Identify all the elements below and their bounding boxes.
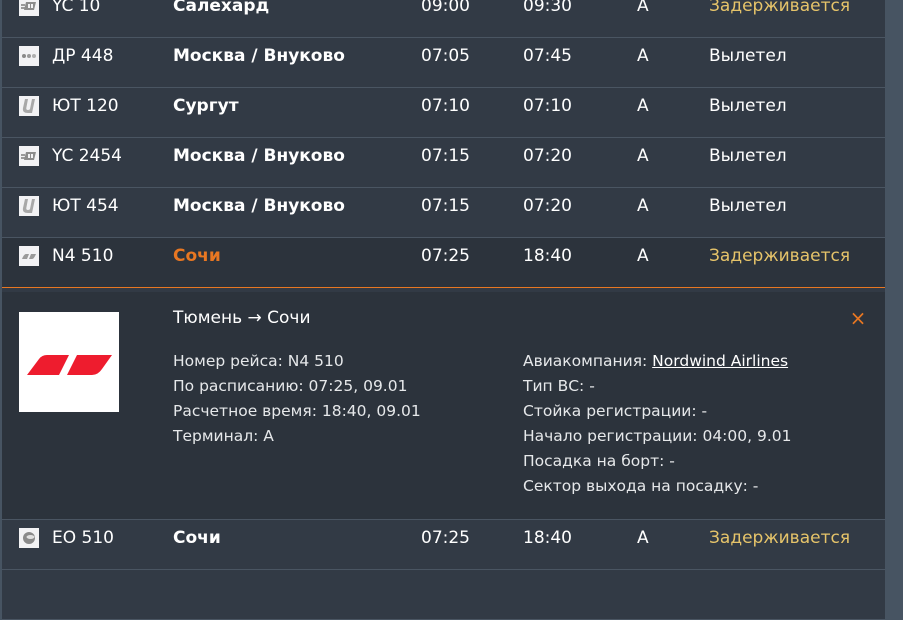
destination: Сургут [173, 96, 239, 116]
scheduled-time: 07:15 [421, 196, 470, 216]
flight-row[interactable]: ЮТ 120 Сургут 07:10 07:10 A Вылетел [2, 88, 885, 138]
flight-number: YC 10 [52, 0, 101, 16]
status-badge: Задерживается [709, 246, 851, 266]
destination: Сочи [173, 246, 221, 266]
utair-icon [19, 0, 39, 16]
status-badge: Вылетел [709, 96, 787, 116]
flight-board: YC 10 Салехард 09:00 09:30 A Задерживает… [2, 0, 885, 620]
flight-row[interactable]: ДР 448 Москва / Внуково 07:05 07:45 A Вы… [2, 38, 885, 88]
flight-number: EO 510 [52, 528, 114, 548]
scheduled-time: 09:00 [421, 0, 470, 16]
flight-number: ДР 448 [52, 46, 114, 66]
scheduled-time: 07:05 [421, 46, 470, 66]
estimated-time: 07:45 [523, 46, 572, 66]
estimated-time: 07:20 [523, 196, 572, 216]
flight-row[interactable]: YC 10 Салехард 09:00 09:30 A Задерживает… [2, 0, 885, 38]
estimated-time: 07:20 [523, 146, 572, 166]
flight-row[interactable]: YC 2454 Москва / Внуково 07:15 07:20 A В… [2, 138, 885, 188]
status-badge: Вылетел [709, 196, 787, 216]
estimated-info: Расчетное время: 18:40, 09.01 [173, 402, 421, 420]
flight-row[interactable] [2, 570, 885, 620]
nordwind-icon [19, 246, 39, 266]
eo-icon [19, 528, 39, 548]
dots-icon [19, 46, 39, 66]
flight-number: ЮТ 454 [52, 196, 119, 216]
status-badge: Задерживается [709, 0, 851, 16]
gate-info: Сектор выхода на посадку: - [523, 477, 759, 495]
status-badge: Вылетел [709, 46, 787, 66]
terminal-info: Терминал: A [173, 427, 274, 445]
flight-number: YC 2454 [52, 146, 122, 166]
scheduled-time: 07:25 [421, 528, 470, 548]
scheduled-time: 07:10 [421, 96, 470, 116]
boarding-info: Посадка на борт: - [523, 452, 675, 470]
checkin-start-info: Начало регистрации: 04:00, 9.01 [523, 427, 792, 445]
airline-label: Авиакомпания: [523, 352, 653, 370]
flight-row[interactable]: ЮТ 454 Москва / Внуково 07:15 07:20 A Вы… [2, 188, 885, 238]
flight-row-selected[interactable]: N4 510 Сочи 07:25 18:40 A Задерживается [2, 238, 885, 288]
scheduled-time: 07:25 [421, 246, 470, 266]
destination: Сочи [173, 528, 221, 548]
details-right-column: Авиакомпания: Nordwind Airlines Тип ВС: … [523, 349, 792, 499]
terminal: A [637, 0, 649, 16]
terminal: A [637, 146, 649, 166]
destination: Москва / Внуково [173, 46, 345, 66]
flight-details-panel: Тюмень → Сочи × Номер рейса: N4 510 По р… [2, 292, 885, 520]
status-badge: Вылетел [709, 146, 787, 166]
terminal: A [637, 246, 649, 266]
airline-link[interactable]: Nordwind Airlines [652, 352, 788, 370]
flight-number-info: Номер рейса: N4 510 [173, 352, 344, 370]
terminal: A [637, 196, 649, 216]
destination: Москва / Внуково [173, 196, 345, 216]
flight-number: ЮТ 120 [52, 96, 119, 116]
terminal: A [637, 46, 649, 66]
terminal: A [637, 96, 649, 116]
checkin-counter-info: Стойка регистрации: - [523, 402, 708, 420]
flight-row[interactable]: EO 510 Сочи 07:25 18:40 A Задерживается [2, 520, 885, 570]
terminal: A [637, 528, 649, 548]
destination: Салехард [173, 0, 270, 16]
estimated-time: 18:40 [523, 246, 572, 266]
estimated-time: 18:40 [523, 528, 572, 548]
utair-icon [19, 146, 39, 166]
scheduled-time: 07:15 [421, 146, 470, 166]
details-left-column: Номер рейса: N4 510 По расписанию: 07:25… [173, 349, 421, 449]
utair-u-icon [19, 96, 39, 116]
scrollbar[interactable] [885, 0, 903, 580]
airline-info: Авиакомпания: Nordwind Airlines [523, 349, 792, 374]
close-icon[interactable]: × [847, 307, 869, 329]
estimated-time: 09:30 [523, 0, 572, 16]
nordwind-logo [19, 312, 119, 412]
utair-u-icon [19, 196, 39, 216]
aircraft-type-info: Тип ВС: - [523, 377, 595, 395]
estimated-time: 07:10 [523, 96, 572, 116]
scheduled-info: По расписанию: 07:25, 09.01 [173, 377, 408, 395]
flight-number: N4 510 [52, 246, 114, 266]
destination: Москва / Внуково [173, 146, 345, 166]
status-badge: Задерживается [709, 528, 851, 548]
route-title: Тюмень → Сочи [173, 308, 311, 328]
